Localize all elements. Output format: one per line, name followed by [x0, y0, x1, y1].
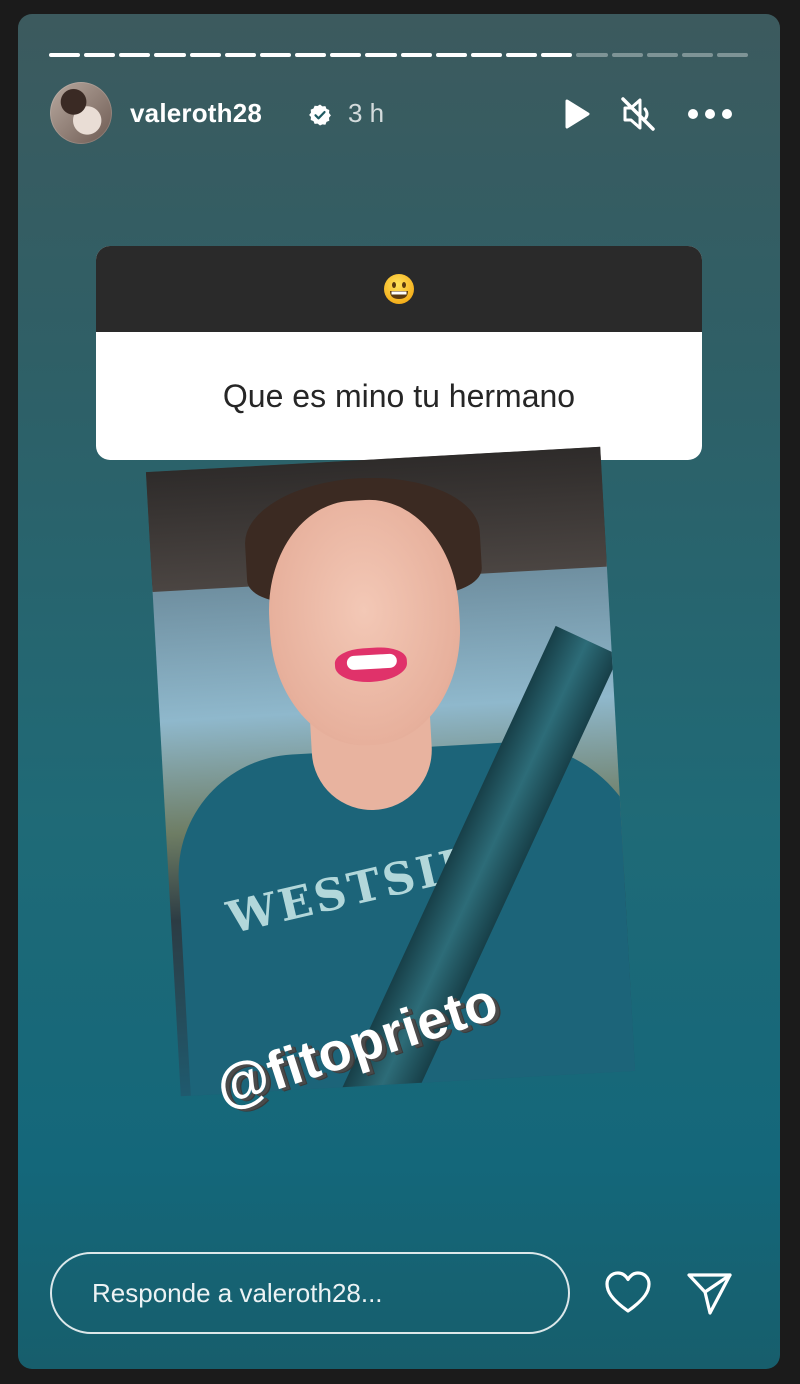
story-header: valeroth28 3 h [50, 82, 750, 144]
progress-segment [224, 53, 256, 57]
progress-segment [576, 53, 608, 57]
share-button[interactable] [684, 1268, 734, 1318]
progress-segment [365, 53, 397, 57]
progress-segment [681, 53, 713, 57]
like-button[interactable] [603, 1268, 653, 1318]
progress-segment [119, 53, 151, 57]
question-sticker-header [96, 246, 702, 332]
progress-segment [295, 53, 327, 57]
reply-input[interactable]: Responde a valeroth28... [50, 1252, 570, 1334]
story-progress-bar [49, 53, 749, 57]
verified-badge-icon [309, 104, 331, 126]
progress-segment [541, 53, 573, 57]
progress-segment [611, 53, 643, 57]
play-icon [565, 99, 590, 129]
progress-segment [49, 53, 81, 57]
heart-icon [605, 1271, 651, 1313]
progress-segment [716, 53, 749, 57]
play-button[interactable] [556, 94, 596, 134]
story-photo: WESTSIDE [145, 446, 636, 1097]
more-options-button[interactable] [686, 94, 734, 134]
send-icon [687, 1273, 732, 1315]
more-options-icon [688, 109, 732, 119]
progress-segment [435, 53, 467, 57]
post-time: 3 h [348, 98, 385, 128]
progress-segment [470, 53, 503, 57]
question-sticker[interactable]: Que es mino tu hermano [96, 246, 702, 460]
progress-segment [506, 53, 538, 57]
progress-segment [330, 53, 362, 57]
story-viewer[interactable]: valeroth28 3 h Que es mino tu hermano WE… [18, 14, 780, 1369]
question-text: Que es mino tu hermano [222, 377, 576, 414]
progress-segment [189, 53, 221, 57]
progress-segment [84, 53, 116, 57]
progress-segment [400, 53, 432, 57]
mute-button[interactable] [618, 94, 658, 134]
username[interactable]: valeroth28 [130, 98, 262, 129]
progress-segment [259, 53, 292, 57]
progress-segment [646, 53, 678, 57]
progress-segment [154, 53, 186, 57]
speaker-muted-icon [621, 97, 655, 131]
avatar[interactable] [50, 82, 112, 144]
teeth [346, 653, 398, 671]
grinning-face-icon [384, 274, 414, 304]
